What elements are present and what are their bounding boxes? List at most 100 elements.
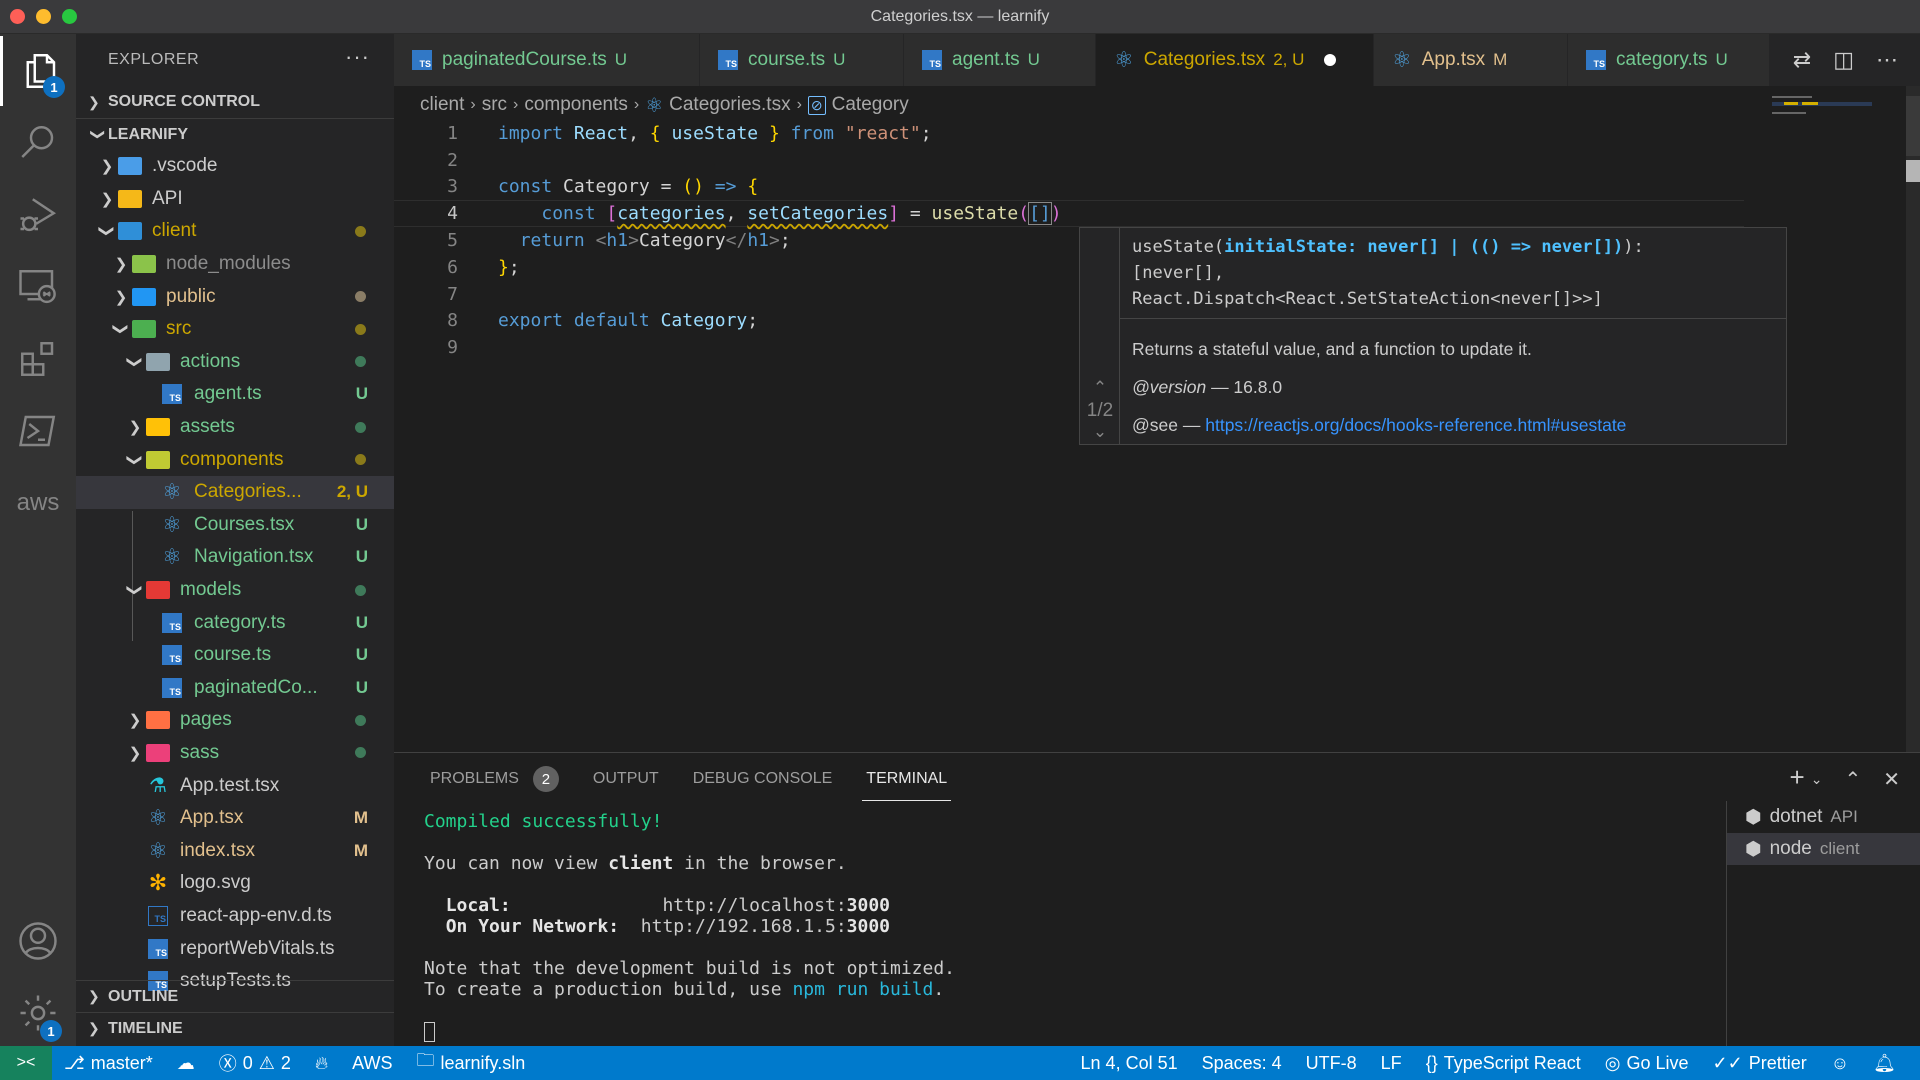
aws-status[interactable]: AWS: [340, 1053, 404, 1074]
tree-item-navigation-tsx[interactable]: ⚛ Navigation.tsx U: [76, 541, 394, 574]
cursor-position[interactable]: Ln 4, Col 51: [1069, 1053, 1190, 1074]
notifications-button[interactable]: 🔔︎: [1861, 1053, 1908, 1074]
terminal-url[interactable]: http://localhost:: [662, 895, 846, 916]
flame-status[interactable]: 🔥︎: [303, 1053, 340, 1074]
open-changes-icon[interactable]: ⇄: [1793, 47, 1811, 73]
editor-scrollbar[interactable]: [1906, 86, 1920, 752]
solution-status[interactable]: 🗀︎ learnify.sln: [405, 1048, 538, 1078]
line-number: 3: [447, 176, 458, 198]
search-activity[interactable]: [0, 108, 76, 178]
tree-item-index-tsx[interactable]: ⚛ index.tsx M: [76, 834, 394, 867]
tab-course-ts[interactable]: TS course.ts U: [700, 34, 904, 86]
tab-category-ts[interactable]: TS category.ts U: [1568, 34, 1770, 86]
react-icon: ⚛: [162, 511, 182, 537]
tab-output[interactable]: OUTPUT: [593, 753, 659, 805]
source-control-section[interactable]: ❯ SOURCE CONTROL: [76, 86, 394, 118]
chevron-down-icon[interactable]: ⌄: [1811, 771, 1823, 792]
tree-item-client[interactable]: ❯ client: [76, 215, 394, 248]
tree-item-paginatedcourse-ts[interactable]: TS paginatedCo... U: [76, 672, 394, 705]
chevron-up-icon[interactable]: ⌃: [1080, 378, 1120, 398]
tree-item-logo-svg[interactable]: ✻ logo.svg: [76, 867, 394, 900]
explorer-activity[interactable]: 1: [0, 36, 76, 106]
tree-item-assets[interactable]: ❯ assets: [76, 411, 394, 444]
tree-item-course-ts[interactable]: TS course.ts U: [76, 639, 394, 672]
tree-item-components[interactable]: ❯ components: [76, 443, 394, 476]
explorer-sidebar: EXPLORER ··· ❯ SOURCE CONTROL ❯ LEARNIFY ❯…: [76, 34, 394, 1046]
minimap[interactable]: [1772, 86, 1902, 166]
tab-label: paginatedCourse.ts: [442, 49, 607, 70]
tree-item-agent-ts[interactable]: TS agent.ts U: [76, 378, 394, 411]
chevron-down-icon[interactable]: ⌄: [1080, 422, 1120, 442]
maximize-panel-icon[interactable]: ⌃: [1844, 767, 1861, 792]
doc-description: Returns a stateful value, and a function…: [1132, 339, 1532, 359]
tab-categories-tsx[interactable]: ⚛ Categories.tsx 2, U: [1096, 34, 1374, 86]
terminal-item-node[interactable]: ⬢ node client: [1727, 833, 1920, 865]
breadcrumb-item[interactable]: src: [482, 94, 507, 116]
indentation[interactable]: Spaces: 4: [1190, 1053, 1294, 1074]
manage-activity[interactable]: 1: [0, 978, 76, 1048]
close-panel-icon[interactable]: ✕: [1883, 767, 1900, 792]
tree-item-categories-tsx[interactable]: ⚛ Categories... 2, U: [76, 475, 394, 509]
language-mode[interactable]: {} TypeScript React: [1414, 1053, 1593, 1074]
tab-problems[interactable]: PROBLEMS 2: [430, 753, 559, 805]
tree-item-models[interactable]: ❯ models: [76, 574, 394, 607]
accounts-activity[interactable]: [0, 906, 76, 976]
learnify-section[interactable]: ❯ LEARNIFY: [76, 118, 394, 150]
problems-status[interactable]: Ⓧ 0 ⚠ 2: [207, 1050, 303, 1076]
tree-item-public[interactable]: ❯ public: [76, 280, 394, 313]
sync-status[interactable]: ☁: [165, 1053, 207, 1074]
terminal-item-dotnet[interactable]: ⬢ dotnet API: [1727, 801, 1920, 833]
encoding[interactable]: UTF-8: [1294, 1053, 1369, 1074]
tree-item-actions[interactable]: ❯ actions: [76, 346, 394, 379]
remote-explorer-activity[interactable]: [0, 252, 76, 322]
go-live[interactable]: ◎ Go Live: [1593, 1053, 1701, 1074]
doc-link[interactable]: https://reactjs.org/docs/hooks-reference…: [1205, 415, 1626, 435]
feedback-button[interactable]: ☺: [1819, 1053, 1861, 1074]
tab-terminal[interactable]: TERMINAL: [862, 753, 952, 805]
tab-paginatedcourse-ts[interactable]: TS paginatedCourse.ts U: [394, 34, 700, 86]
split-editor-icon[interactable]: ◫: [1833, 47, 1854, 73]
aws-activity[interactable]: aws: [0, 468, 76, 538]
run-debug-activity[interactable]: [0, 180, 76, 250]
tab-agent-ts[interactable]: TS agent.ts U: [904, 34, 1096, 86]
more-actions-button[interactable]: ···: [345, 44, 370, 70]
modified-dot: [355, 225, 366, 237]
tree-item-sass[interactable]: ❯ sass: [76, 737, 394, 770]
tree-item-src[interactable]: ❯ src: [76, 313, 394, 346]
terminal-activity[interactable]: [0, 396, 76, 466]
end-of-line[interactable]: LF: [1369, 1053, 1414, 1074]
tree-item-category-ts[interactable]: TS category.ts U: [76, 606, 394, 639]
tree-item-vscode[interactable]: ❯ .vscode: [76, 150, 394, 183]
tree-item-reportwebvitals[interactable]: TS reportWebVitals.ts: [76, 932, 394, 965]
chevron-down-icon: ❯: [126, 355, 143, 369]
timeline-section[interactable]: ❯ TIMELINE: [76, 1012, 394, 1044]
chevron-right-icon: ❯: [114, 256, 128, 274]
tree-item-react-app-env[interactable]: TS react-app-env.d.ts: [76, 900, 394, 933]
tab-app-tsx[interactable]: ⚛ App.tsx M: [1374, 34, 1568, 86]
tree-item-api[interactable]: ❯ API: [76, 183, 394, 216]
terminal-output[interactable]: Compiled successfully! You can now view …: [424, 811, 955, 1042]
unsaved-dot[interactable]: [1324, 54, 1337, 66]
breadcrumb-item[interactable]: client: [420, 94, 464, 116]
doc-value: — 16.8.0: [1211, 377, 1283, 397]
prettier-status[interactable]: ✓✓ Prettier: [1701, 1053, 1819, 1074]
breadcrumb-item[interactable]: components: [524, 94, 628, 116]
tree-item-pages[interactable]: ❯ pages: [76, 704, 394, 737]
tab-debug-console[interactable]: DEBUG CONSOLE: [693, 753, 833, 805]
extensions-activity[interactable]: [0, 324, 76, 394]
more-actions-icon[interactable]: ⋯: [1876, 47, 1898, 73]
tree-item-node-modules[interactable]: ❯ node_modules: [76, 248, 394, 281]
new-terminal-icon[interactable]: +: [1790, 764, 1805, 792]
code-line: 2: [394, 147, 1744, 174]
editor-area: TS paginatedCourse.ts U TS course.ts U TS age…: [394, 34, 1920, 752]
terminal-url[interactable]: http://192.168.1.5:: [641, 916, 847, 937]
tree-item-courses-tsx[interactable]: ⚛ Courses.tsx U: [76, 509, 394, 542]
remote-indicator[interactable]: ><: [0, 1046, 52, 1080]
breadcrumb-item[interactable]: Category: [832, 94, 909, 116]
branch-status[interactable]: ⎇ master*: [52, 1053, 165, 1074]
breadcrumb-item[interactable]: Categories.tsx: [669, 94, 790, 116]
tree-item-app-tsx[interactable]: ⚛ App.tsx M: [76, 802, 394, 835]
tree-item-app-test-tsx[interactable]: ⚗ App.test.tsx: [76, 769, 394, 802]
signature-return: React.Dispatch<React.SetStateAction<neve…: [1132, 289, 1603, 309]
outline-section[interactable]: ❯ OUTLINE: [76, 980, 394, 1012]
